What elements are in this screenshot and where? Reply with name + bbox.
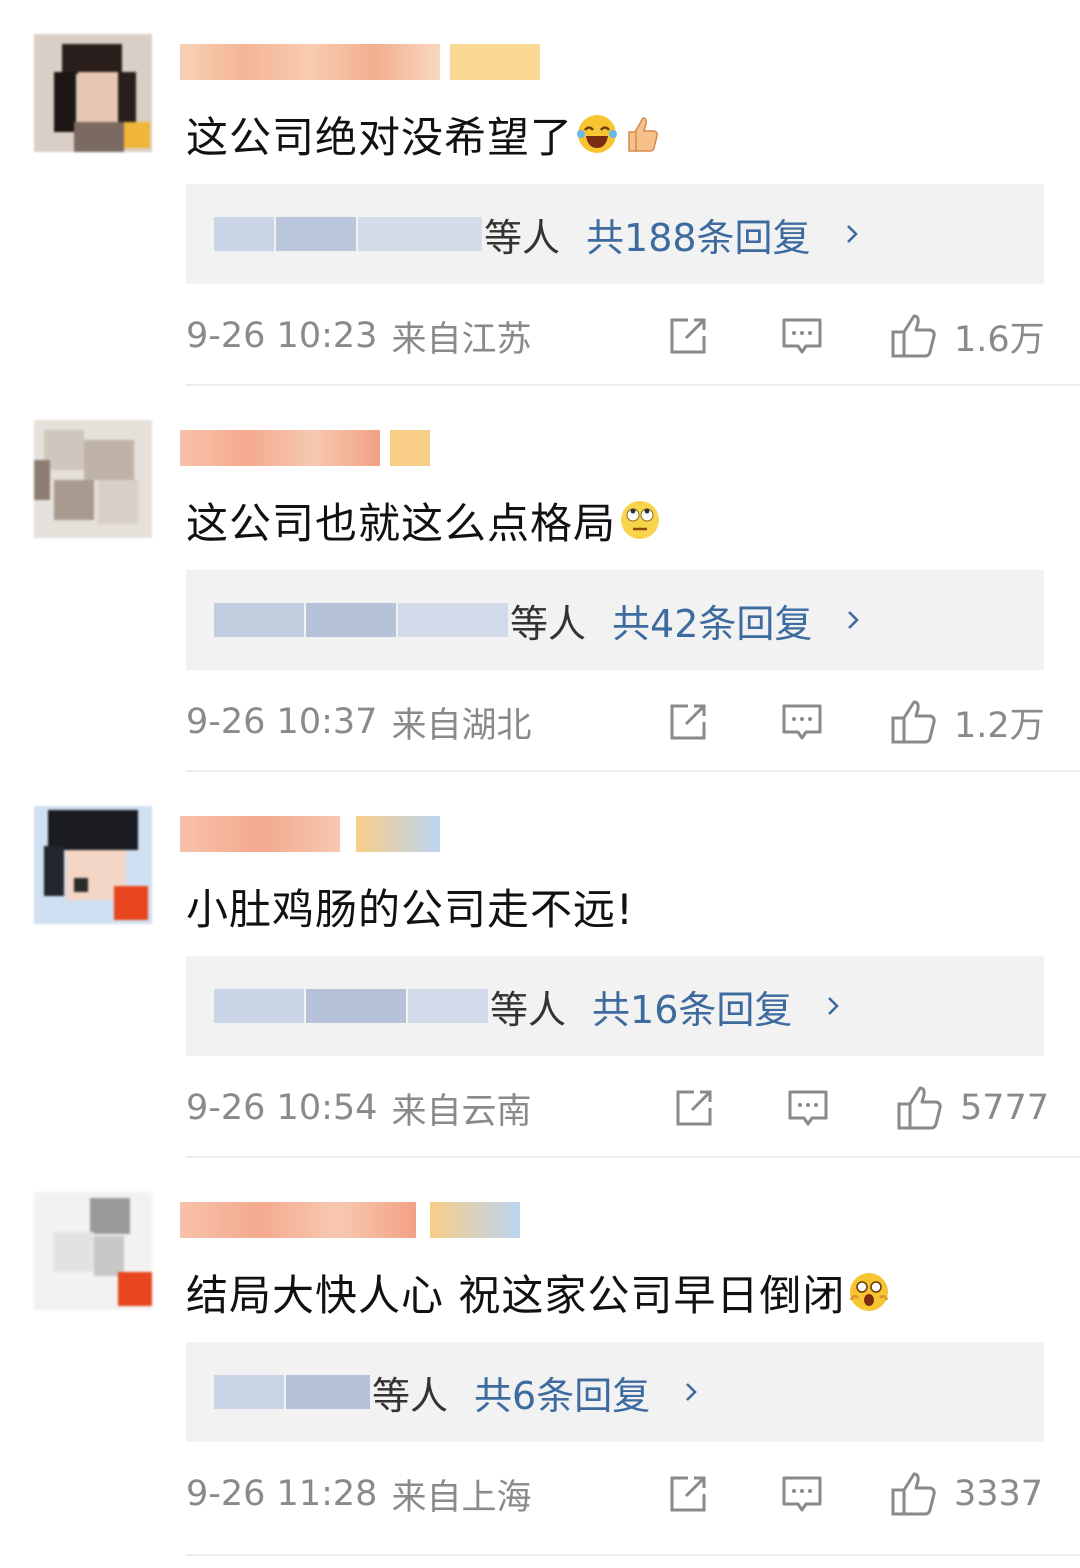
comment-time: 9-26 10:23 bbox=[186, 316, 378, 356]
reply-summary[interactable]: 等人 共42条回复 bbox=[186, 570, 1044, 670]
chevron-right-icon bbox=[848, 611, 860, 629]
comment-item: 结局大快人心 祝这家公司早日倒闭 等人 共6条回复 9-26 11:28 来自上… bbox=[0, 1192, 1080, 1568]
share-icon[interactable] bbox=[664, 312, 712, 360]
like-button[interactable]: 1.2万 bbox=[888, 696, 1045, 748]
divider bbox=[186, 1156, 1080, 1158]
reply-summary[interactable]: 等人 共188条回复 bbox=[186, 184, 1044, 284]
divider bbox=[186, 770, 1080, 772]
replier-names-blurred bbox=[214, 989, 488, 1023]
thumbs-up-icon bbox=[897, 1086, 942, 1130]
thumbs-up-emoji-icon bbox=[628, 117, 658, 152]
chevron-right-icon bbox=[686, 1383, 698, 1401]
username-blurred[interactable] bbox=[180, 1202, 520, 1238]
like-button[interactable]: 5777 bbox=[894, 1082, 1049, 1134]
thumbs-up-icon bbox=[891, 314, 936, 358]
comment-text: 这公司也就这么点格局 bbox=[186, 498, 617, 548]
like-count: 3337 bbox=[954, 1474, 1044, 1514]
comment-location: 来自云南 bbox=[391, 1091, 532, 1132]
comment-location: 来自上海 bbox=[391, 1477, 532, 1518]
thumbs-up-icon bbox=[891, 700, 936, 744]
shocked-emoji-icon bbox=[850, 1273, 889, 1311]
reply-total-link[interactable]: 共6条回复 bbox=[474, 1365, 650, 1420]
reply-summary[interactable]: 等人 共6条回复 bbox=[186, 1342, 1044, 1442]
avatar[interactable] bbox=[34, 34, 152, 152]
reply-suffix: 等人 bbox=[510, 601, 587, 646]
comment-location: 来自江苏 bbox=[391, 319, 532, 360]
username-blurred[interactable] bbox=[180, 816, 440, 852]
comment-item: 小肚鸡肠的公司走不远! 等人 共16条回复 9-26 10:54 来自云南 57… bbox=[0, 806, 1080, 1191]
like-count: 1.2万 bbox=[954, 705, 1045, 746]
username-blurred[interactable] bbox=[180, 430, 430, 466]
comment-text: 这公司绝对没希望了 bbox=[186, 112, 574, 162]
comment-location: 来自湖北 bbox=[391, 705, 532, 746]
comment-icon[interactable] bbox=[778, 312, 826, 360]
comment-text: 结局大快人心 祝这家公司早日倒闭 bbox=[186, 1270, 846, 1320]
comment-text: 小肚鸡肠的公司走不远! bbox=[186, 884, 634, 934]
chevron-right-icon bbox=[828, 997, 840, 1015]
avatar[interactable] bbox=[34, 806, 152, 924]
eye-roll-emoji-icon bbox=[621, 501, 660, 539]
like-count: 1.6万 bbox=[954, 319, 1045, 360]
share-icon[interactable] bbox=[664, 1470, 712, 1518]
reply-suffix: 等人 bbox=[490, 987, 567, 1032]
avatar[interactable] bbox=[34, 420, 152, 538]
reply-total-link[interactable]: 共42条回复 bbox=[612, 593, 812, 648]
thumbs-up-icon bbox=[891, 1472, 936, 1516]
laughing-emoji-icon bbox=[577, 115, 618, 153]
divider bbox=[186, 1554, 1080, 1556]
reply-summary[interactable]: 等人 共16条回复 bbox=[186, 956, 1044, 1056]
comment-time: 9-26 10:37 bbox=[186, 702, 378, 742]
comment-item: 这公司绝对没希望了 等人 共188条回复 9-26 10:23 来自江苏 1.6… bbox=[0, 34, 1080, 419]
like-count: 5777 bbox=[960, 1088, 1050, 1128]
replier-names-blurred bbox=[214, 1375, 370, 1409]
comment-time: 9-26 10:54 bbox=[186, 1088, 378, 1128]
comment-time: 9-26 11:28 bbox=[186, 1474, 378, 1514]
replier-names-blurred bbox=[214, 217, 482, 251]
like-button[interactable]: 1.6万 bbox=[888, 310, 1045, 362]
reply-total-link[interactable]: 共188条回复 bbox=[586, 207, 811, 262]
comment-icon[interactable] bbox=[778, 1470, 826, 1518]
reply-total-link[interactable]: 共16条回复 bbox=[592, 979, 792, 1034]
comment-icon[interactable] bbox=[778, 698, 826, 746]
divider bbox=[186, 384, 1080, 386]
username-blurred[interactable] bbox=[180, 44, 540, 80]
reply-suffix: 等人 bbox=[484, 215, 561, 260]
like-button[interactable]: 3337 bbox=[888, 1468, 1043, 1520]
replier-names-blurred bbox=[214, 603, 508, 637]
share-icon[interactable] bbox=[664, 698, 712, 746]
share-icon[interactable] bbox=[670, 1084, 718, 1132]
chevron-right-icon bbox=[846, 225, 858, 243]
avatar[interactable] bbox=[34, 1192, 152, 1310]
reply-suffix: 等人 bbox=[372, 1373, 449, 1418]
comment-icon[interactable] bbox=[784, 1084, 832, 1132]
comment-item: 这公司也就这么点格局 等人 共42条回复 9-26 10:37 来自湖北 1.2… bbox=[0, 420, 1080, 805]
